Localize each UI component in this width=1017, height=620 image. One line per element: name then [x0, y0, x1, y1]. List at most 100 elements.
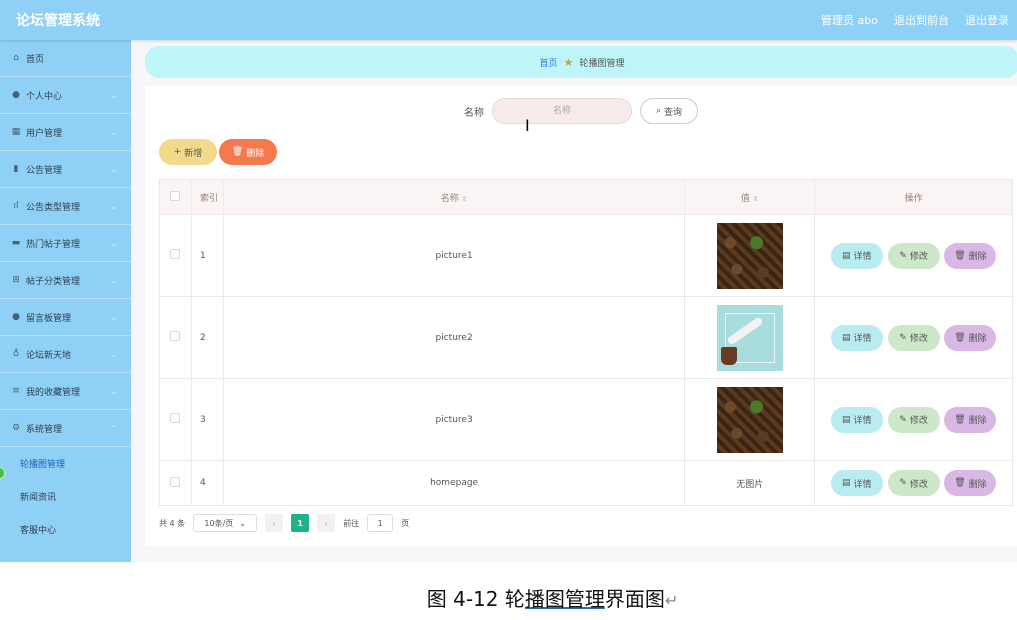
sidebar-subitem-carousel[interactable]: 轮播图管理	[0, 447, 131, 480]
sidebar-item-profile[interactable]: ● 个人中心 ⌄	[0, 77, 131, 114]
edit-button[interactable]: ✎ 修改	[887, 470, 940, 496]
hot-post-icon: ▬	[11, 238, 21, 248]
chevron-up-icon: ⌃	[110, 423, 117, 433]
home-icon: ⌂	[13, 53, 19, 63]
row-value-cell	[684, 214, 816, 297]
row-checkbox[interactable]	[170, 331, 181, 341]
row-value-cell	[684, 296, 816, 379]
edit-button[interactable]: ✎ 修改	[887, 242, 940, 269]
column-header-index: 索引	[190, 179, 224, 215]
sidebar-item-label: 用户管理	[26, 128, 63, 139]
coffee-pour-image	[716, 304, 783, 371]
table-row: 1 picture1 ▤ 详情 ✎ 修改 🗑 删除	[159, 214, 1013, 297]
sidebar-item-hot-posts[interactable]: ▬ 热门帖子管理 ⌄	[0, 225, 131, 262]
detail-button[interactable]: ▤ 详情	[830, 470, 883, 496]
sidebar-item-users[interactable]: ▦ 用户管理 ⌄	[0, 114, 131, 151]
row-checkbox[interactable]	[170, 413, 181, 423]
row-checkbox-cell	[159, 460, 192, 506]
row-actions: ▤ 详情 ✎ 修改 🗑 删除	[814, 214, 1013, 297]
table-row: 3 picture3 ▤ 详情 ✎ 修改 🗑 删除	[159, 378, 1013, 461]
detail-label: 详情	[853, 416, 872, 426]
next-page-button[interactable]: ›	[317, 514, 336, 532]
sidebar-item-favorites[interactable]: ≡ 我的收藏管理 ⌄	[0, 373, 131, 410]
detail-label: 详情	[853, 334, 872, 344]
table-row: 4 homepage 无图片 ▤ 详情 ✎ 修改 🗑 删除	[159, 460, 1013, 506]
page-size-select[interactable]: 10条/页 ⌄	[193, 514, 258, 532]
search-button[interactable]: ⌕ 查询	[640, 98, 698, 124]
chevron-down-icon: ⌄	[110, 275, 117, 285]
add-button[interactable]: + 新增	[159, 139, 217, 165]
message-icon: ●	[12, 312, 20, 322]
edit-button[interactable]: ✎ 修改	[887, 324, 940, 351]
plus-icon: +	[173, 147, 182, 157]
sidebar-item-label: 个人中心	[26, 91, 63, 102]
column-header-value[interactable]: 值 ⇕	[684, 179, 816, 215]
chevron-down-icon: ⌄	[110, 386, 117, 396]
row-index: 3	[190, 378, 224, 461]
batch-delete-button[interactable]: 🗑 删除	[219, 139, 277, 165]
sidebar-item-system[interactable]: ⚙ 系统管理 ⌃	[0, 410, 131, 447]
select-all-checkbox[interactable]	[170, 190, 181, 201]
sidebar-item-label: 系统管理	[26, 424, 63, 435]
detail-label: 详情	[853, 252, 872, 262]
breadcrumb-home-link[interactable]: 首页	[540, 56, 558, 69]
goto-page-input[interactable]: 1	[367, 514, 394, 532]
exit-to-front-link[interactable]: 退出到前台	[894, 12, 949, 28]
detail-button[interactable]: ▤ 详情	[830, 406, 883, 433]
search-bar: 名称 名称 ⌕ 查询	[145, 98, 1017, 124]
search-input[interactable]: 名称	[492, 98, 632, 124]
goto-label: 前往	[343, 518, 360, 528]
list-icon: ≡	[12, 386, 20, 396]
detail-button[interactable]: ▤ 详情	[830, 242, 883, 269]
row-name: picture2	[222, 296, 686, 379]
top-bar: 论坛管理系统 管理员 abo 退出到前台 退出登录	[0, 0, 1017, 40]
detail-button[interactable]: ▤ 详情	[830, 324, 883, 351]
doc-icon: ▤	[841, 250, 851, 261]
edit-button[interactable]: ✎ 修改	[887, 406, 940, 433]
sidebar-subitem-news[interactable]: 新闻资讯	[0, 480, 131, 513]
pagination: 共 4 条 10条/页 ⌄ ‹ 1 › 前往 1 页	[159, 514, 409, 532]
trash-icon: 🗑	[231, 147, 244, 157]
sidebar-item-post-categories[interactable]: ⊞ 帖子分类管理 ⌄	[0, 262, 131, 299]
delete-button[interactable]: 🗑 删除	[944, 470, 997, 496]
sidebar-item-messages[interactable]: ● 留言板管理 ⌄	[0, 299, 131, 336]
main-content: 首页 ★ 轮播图管理 名称 名称 ⌕ 查询 I + 新增 🗑 删除 索引 名称 …	[131, 40, 1017, 562]
chevron-down-icon: ⌄	[110, 90, 117, 100]
delete-button[interactable]: 🗑 删除	[944, 324, 997, 351]
column-header-name[interactable]: 名称 ⇕	[222, 179, 686, 215]
chevron-down-icon: ⌄	[110, 312, 117, 322]
add-button-label: 新增	[184, 148, 203, 159]
row-checkbox[interactable]	[170, 476, 181, 487]
sidebar-item-home[interactable]: ⌂ 首页	[0, 40, 131, 77]
row-checkbox[interactable]	[170, 249, 181, 259]
chevron-down-icon: ⌄	[110, 201, 117, 211]
top-bar-links: 管理员 abo 退出到前台 退出登录	[821, 12, 1017, 28]
row-checkbox-cell	[159, 214, 192, 297]
person-icon: ●	[12, 90, 20, 100]
column-header-ops: 操作	[814, 179, 1013, 215]
delete-button-label: 删除	[246, 148, 265, 159]
figure-caption: 图 4-12 轮播图管理界面图↵	[0, 583, 1017, 612]
sidebar-item-forum-world[interactable]: ♁ 论坛新天地 ⌄	[0, 336, 131, 373]
sidebar-item-notice-types[interactable]: ıl 公告类型管理 ⌄	[0, 188, 131, 225]
pencil-icon: ✎	[899, 250, 907, 261]
current-page-button[interactable]: 1	[291, 514, 310, 532]
row-index: 2	[190, 296, 224, 379]
sidebar-item-notices[interactable]: ▮ 公告管理 ⌄	[0, 151, 131, 188]
sidebar-item-label: 热门帖子管理	[26, 239, 81, 250]
row-actions: ▤ 详情 ✎ 修改 🗑 删除	[814, 460, 1013, 506]
prev-page-button[interactable]: ‹	[265, 514, 284, 532]
trash-icon: 🗑	[954, 332, 966, 343]
delete-button[interactable]: 🗑 删除	[944, 242, 997, 269]
sidebar-subitem-service[interactable]: 客服中心	[0, 513, 131, 546]
select-all-cell	[159, 179, 192, 215]
toolbar: + 新增 🗑 删除	[159, 139, 277, 165]
page-unit-label: 页	[401, 518, 410, 528]
delete-button[interactable]: 🗑 删除	[944, 406, 997, 433]
detail-label: 详情	[853, 479, 872, 490]
edit-label: 修改	[909, 416, 928, 426]
return-mark-icon: ↵	[664, 591, 679, 610]
logout-link[interactable]: 退出登录	[965, 12, 1009, 28]
delete-label: 删除	[968, 252, 987, 262]
notice-icon: ▮	[13, 164, 19, 174]
